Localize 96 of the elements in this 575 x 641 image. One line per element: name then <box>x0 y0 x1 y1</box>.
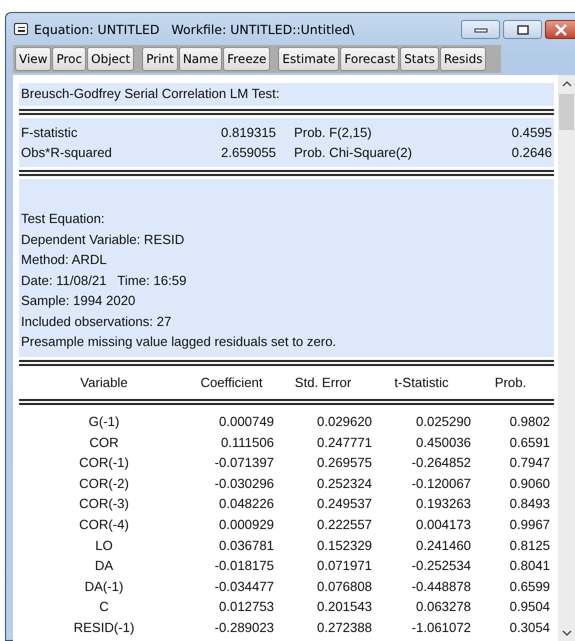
info-line: Sample: 1994 2020 <box>21 292 136 310</box>
test-title: Breusch-Godfrey Serial Correlation LM Test: <box>21 86 280 101</box>
table-cell-text: COR <box>88 434 120 452</box>
table-cell-text: 0.269575 <box>316 454 372 472</box>
table-cell-text: 0.048226 <box>218 495 274 514</box>
minimize-button[interactable] <box>461 20 500 39</box>
table-cell-text: 0.9802 <box>508 413 550 432</box>
statistic-label: F-statistic <box>21 124 78 142</box>
table-cell-text: COR(-3) <box>78 495 130 514</box>
table-cell-text: 0.071971 <box>316 557 372 576</box>
column-header: t-Statistic <box>393 374 450 392</box>
info-line: Dependent Variable: RESID <box>21 230 186 249</box>
toolbar-button[interactable]: Estimate <box>278 47 340 71</box>
table-cell-text: 0.8493 <box>508 495 550 514</box>
column-header: Variable <box>79 374 129 392</box>
table-cell-text: 0.222557 <box>316 516 372 534</box>
table-cell-text: 0.000929 <box>218 516 274 534</box>
table-cell-text: -0.120067 <box>410 474 471 493</box>
maximize-icon <box>516 24 528 34</box>
table-cell-text: 0.247771 <box>316 434 372 452</box>
minimize-icon <box>474 26 488 32</box>
table-cell-text: 0.249537 <box>316 495 372 514</box>
table-cell-text: 0.9504 <box>508 598 550 616</box>
statistic-value: 0.819315 <box>220 124 276 142</box>
table-cell-text: 0.8041 <box>508 557 550 576</box>
table-cell-text: 0.111506 <box>220 434 274 452</box>
table-cell-text: 0.252324 <box>316 474 372 493</box>
table-cell-text: COR(-4) <box>78 516 130 534</box>
column-header: Coefficient <box>199 374 264 392</box>
scroll-thumb[interactable] <box>559 94 574 130</box>
statistic-value: 2.659055 <box>220 144 276 162</box>
table-cell-text: 0.8125 <box>508 536 550 555</box>
table-cell-text: RESID(-1) <box>72 619 136 638</box>
table-cell-text: 0.241460 <box>414 536 471 555</box>
info-line: Date: 11/08/21 Time: 16:59 <box>21 272 188 290</box>
table-cell-text: 0.9060 <box>508 474 550 493</box>
table-cell-text: -0.034477 <box>214 578 274 596</box>
toolbar-button[interactable]: Name <box>178 47 222 71</box>
probability-value: 0.4595 <box>512 124 552 142</box>
vertical-scrollbar[interactable] <box>558 75 575 641</box>
table-cell-text: COR(-2) <box>78 474 130 493</box>
table-cell-text: 0.6591 <box>508 434 550 452</box>
table-cell-text: -0.071397 <box>214 454 274 472</box>
table-cell-text: 0.000749 <box>218 413 274 432</box>
table-cell-text: -0.018175 <box>214 557 274 576</box>
table-cell-text: -0.448878 <box>410 578 471 596</box>
table-cell-text: -0.030296 <box>214 474 274 493</box>
table-cell-text: 0.201543 <box>316 598 372 616</box>
info-line: Presample missing value lagged residuals set to zero. <box>21 333 338 351</box>
table-cell-text: 0.3054 <box>508 619 550 638</box>
table-cell-text: DA <box>94 557 114 576</box>
table-cell-text: 0.450036 <box>414 434 471 452</box>
info-line: Test Equation: <box>21 210 106 228</box>
probability-label: Prob. Chi-Square(2) <box>293 144 414 162</box>
table-cell-text: 0.152329 <box>316 536 372 555</box>
toolbar-button[interactable]: Stats <box>400 47 439 71</box>
table-cell-text: 0.004173 <box>414 516 471 534</box>
toolbar-button[interactable]: Object <box>87 47 134 71</box>
maximize-button[interactable] <box>503 20 542 39</box>
probability-label: Prob. F(2,15) <box>293 124 373 142</box>
table-cell-text: 0.012753 <box>218 598 274 616</box>
table-cell-text: 0.029620 <box>316 413 372 432</box>
info-line: Method: ARDL <box>21 251 108 269</box>
toolbar-button[interactable]: Forecast <box>340 47 400 71</box>
column-header: Std. Error <box>294 374 352 392</box>
table-cell-text: COR(-1) <box>78 454 130 472</box>
toolbar-button[interactable]: Proc <box>52 47 86 71</box>
table-cell-text: DA(-1) <box>84 578 124 596</box>
table-cell-text: 0.063278 <box>414 598 471 616</box>
table-cell-text: LO <box>94 536 114 555</box>
toolbar-button[interactable]: Resids <box>440 47 486 71</box>
probability-value: 0.2646 <box>512 144 552 162</box>
table-cell-text: 0.9967 <box>508 516 550 534</box>
table-cell-text: 0.036781 <box>218 536 274 555</box>
table-cell-text: C <box>98 598 110 616</box>
table-cell-text: 0.025290 <box>414 413 471 432</box>
window-title: Equation: UNTITLED Workfile: UNTITLED::Untitled\ <box>34 22 356 36</box>
table-cell-text: -0.252534 <box>410 557 471 576</box>
table-cell-text: -1.061072 <box>410 619 471 638</box>
toolbar-button[interactable]: Print <box>142 47 178 71</box>
table-cell-text: 0.193263 <box>414 495 471 514</box>
table-cell-text: 0.6599 <box>508 578 550 596</box>
table-cell-text: -0.289023 <box>214 619 274 638</box>
close-button[interactable] <box>545 20 575 39</box>
statistic-label: Obs*R-squared <box>21 144 113 162</box>
info-line: Included observations: 27 <box>21 312 172 330</box>
table-cell-text: -0.264852 <box>410 454 471 472</box>
table-cell-text: 0.076808 <box>316 578 372 596</box>
table-cell-text: G(-1) <box>88 413 120 432</box>
window-menu-icon[interactable] <box>14 23 28 35</box>
toolbar-button[interactable]: Freeze <box>223 47 270 71</box>
table-cell-text: 0.7947 <box>508 454 550 472</box>
table-cell-text: 0.272388 <box>316 619 372 638</box>
toolbar-button[interactable]: View <box>15 47 52 71</box>
column-header: Prob. <box>494 374 528 392</box>
close-icon <box>554 24 568 36</box>
